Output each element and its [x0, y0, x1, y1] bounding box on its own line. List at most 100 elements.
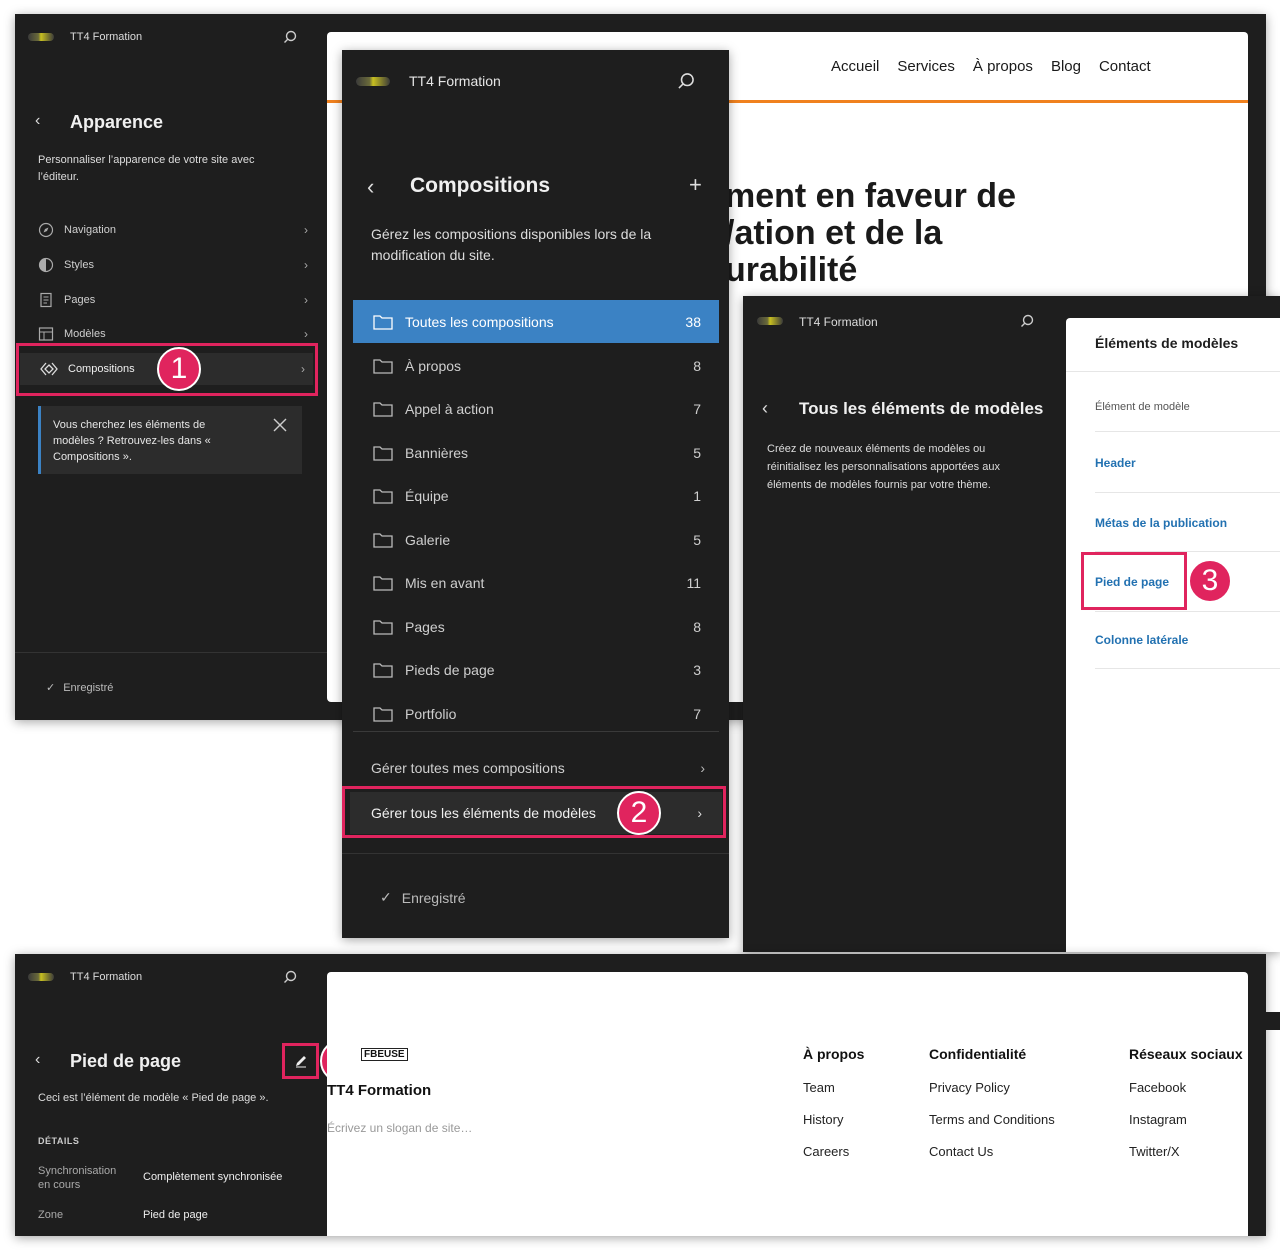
styles-icon [38, 257, 54, 273]
footer-link[interactable]: Careers [803, 1144, 864, 1159]
nav-link[interactable]: Contact [1099, 58, 1151, 75]
search-icon[interactable] [283, 970, 297, 984]
category-label: À propos [405, 357, 462, 374]
sidebar-item-navigation[interactable]: Navigation › [38, 215, 308, 245]
category-label: Mis en avant [405, 574, 485, 591]
category-item[interactable]: Mis en avant 11 [353, 561, 719, 604]
category-count: 5 [693, 531, 701, 548]
category-count: 7 [693, 400, 701, 417]
folder-icon [373, 488, 393, 504]
footer-link[interactable]: Contact Us [929, 1144, 1055, 1159]
chevron-right-icon: › [700, 760, 705, 776]
divider [1095, 492, 1280, 493]
layout-icon [38, 326, 54, 342]
panel-title: Tous les éléments de modèles [799, 399, 1044, 418]
nav-link[interactable]: Accueil [831, 58, 879, 75]
footer-link[interactable]: Terms and Conditions [929, 1112, 1055, 1127]
chevron-right-icon: › [304, 327, 308, 341]
site-logo[interactable] [28, 33, 54, 41]
site-logo[interactable] [28, 973, 54, 981]
footer-tagline[interactable]: Écrivez un slogan de site… [327, 1121, 472, 1135]
panel-title: Apparence [70, 112, 164, 132]
category-count: 8 [693, 357, 701, 374]
sidebar-header: TT4 Formation [356, 70, 706, 94]
footer-link[interactable]: Privacy Policy [929, 1080, 1055, 1095]
notice-text: Vous cherchez les éléments de modèles ? … [53, 419, 211, 463]
category-count: 11 [686, 574, 701, 591]
site-title[interactable]: TT4 Formation [799, 315, 878, 329]
footer-site-name[interactable]: TT4 Formation [327, 1082, 431, 1099]
footer-logo[interactable]: FBEUSE [361, 1048, 408, 1061]
chevron-left-icon[interactable]: ‹ [762, 398, 768, 419]
close-icon[interactable] [273, 418, 287, 437]
chevron-left-icon[interactable]: ‹ [35, 1051, 40, 1069]
sidebar-item-styles[interactable]: Styles › [38, 250, 308, 280]
category-item[interactable]: Pieds de page 3 [353, 648, 719, 691]
manage-patterns-label: Gérer toutes mes compositions [371, 760, 565, 776]
template-part-sidebar[interactable]: Colonne latérale [1095, 633, 1280, 647]
template-parts-title: Éléments de modèles [1095, 335, 1239, 351]
category-item[interactable]: Équipe 1 [353, 474, 719, 517]
template-part-header[interactable]: Header [1095, 456, 1280, 470]
footer-column-heading: À propos [803, 1046, 865, 1062]
template-part-post-meta[interactable]: Métas de la publication [1095, 516, 1280, 530]
folder-icon [373, 575, 393, 591]
folder-icon [373, 706, 393, 722]
save-status: ✓ Enregistré [46, 681, 113, 695]
footer-link[interactable]: History [803, 1112, 864, 1127]
footer-column-privacy: Confidentialité Privacy Policy Terms and… [929, 1046, 1055, 1159]
manage-patterns-link[interactable]: Gérer toutes mes compositions › [371, 760, 705, 776]
panel-description: Personnaliser l’apparence de votre site … [38, 154, 255, 183]
column-header: Élément de modèle [1095, 401, 1190, 413]
category-count: 5 [693, 444, 701, 461]
category-count: 3 [693, 661, 701, 678]
chevron-left-icon[interactable]: ‹ [35, 112, 40, 130]
folder-icon [373, 358, 393, 374]
step-badge-3: 3 [1188, 559, 1232, 603]
footer-column-about: À propos Team History Careers [803, 1046, 864, 1159]
folder-icon [373, 314, 393, 330]
category-item[interactable]: Bannières 5 [353, 431, 719, 474]
category-item[interactable]: Pages 8 [353, 605, 719, 648]
step-badge-2: 2 [617, 791, 661, 835]
category-item[interactable]: À propos 8 [353, 344, 719, 387]
search-icon[interactable] [1020, 314, 1034, 328]
divider [1066, 371, 1280, 372]
divider [1095, 611, 1280, 612]
footer-link[interactable]: Team [803, 1080, 864, 1095]
category-item[interactable]: Galerie 5 [353, 518, 719, 561]
heading-line: /ation et de la [725, 214, 943, 252]
category-label: Toutes les compositions [405, 313, 554, 330]
chevron-left-icon[interactable]: ‹ [367, 174, 374, 200]
site-title[interactable]: TT4 Formation [70, 31, 142, 43]
search-icon[interactable] [677, 72, 695, 90]
save-status-label: Enregistré [401, 889, 466, 906]
footer-column-heading: Confidentialité [929, 1046, 1027, 1062]
category-item[interactable]: Portfolio 7 [353, 692, 719, 735]
chevron-right-icon: › [304, 223, 308, 237]
category-label: Appel à action [405, 400, 494, 417]
footer-link[interactable]: Instagram [1129, 1112, 1243, 1127]
category-all[interactable]: Toutes les compositions 38 [353, 300, 719, 343]
folder-icon [373, 532, 393, 548]
pages-icon [38, 292, 54, 308]
site-title[interactable]: TT4 Formation [409, 73, 501, 89]
panel-title: Pied de page [70, 1051, 182, 1071]
footer-link[interactable]: Facebook [1129, 1080, 1243, 1095]
search-icon[interactable] [283, 30, 297, 44]
category-item[interactable]: Appel à action 7 [353, 387, 719, 430]
footer-link[interactable]: Twitter/X [1129, 1144, 1243, 1159]
add-icon[interactable]: + [689, 172, 702, 198]
site-title[interactable]: TT4 Formation [70, 971, 142, 983]
sidebar-header: TT4 Formation [26, 28, 316, 48]
site-logo[interactable] [757, 317, 783, 325]
folder-icon [373, 619, 393, 635]
category-count: 38 [685, 313, 701, 330]
sidebar-item-pages[interactable]: Pages › [38, 285, 308, 315]
site-logo[interactable] [356, 77, 390, 86]
nav-link[interactable]: Services [897, 58, 955, 75]
nav-link[interactable]: À propos [973, 58, 1033, 75]
folder-icon [373, 401, 393, 417]
nav-link[interactable]: Blog [1051, 58, 1081, 75]
panel-title: Compositions [410, 174, 550, 197]
